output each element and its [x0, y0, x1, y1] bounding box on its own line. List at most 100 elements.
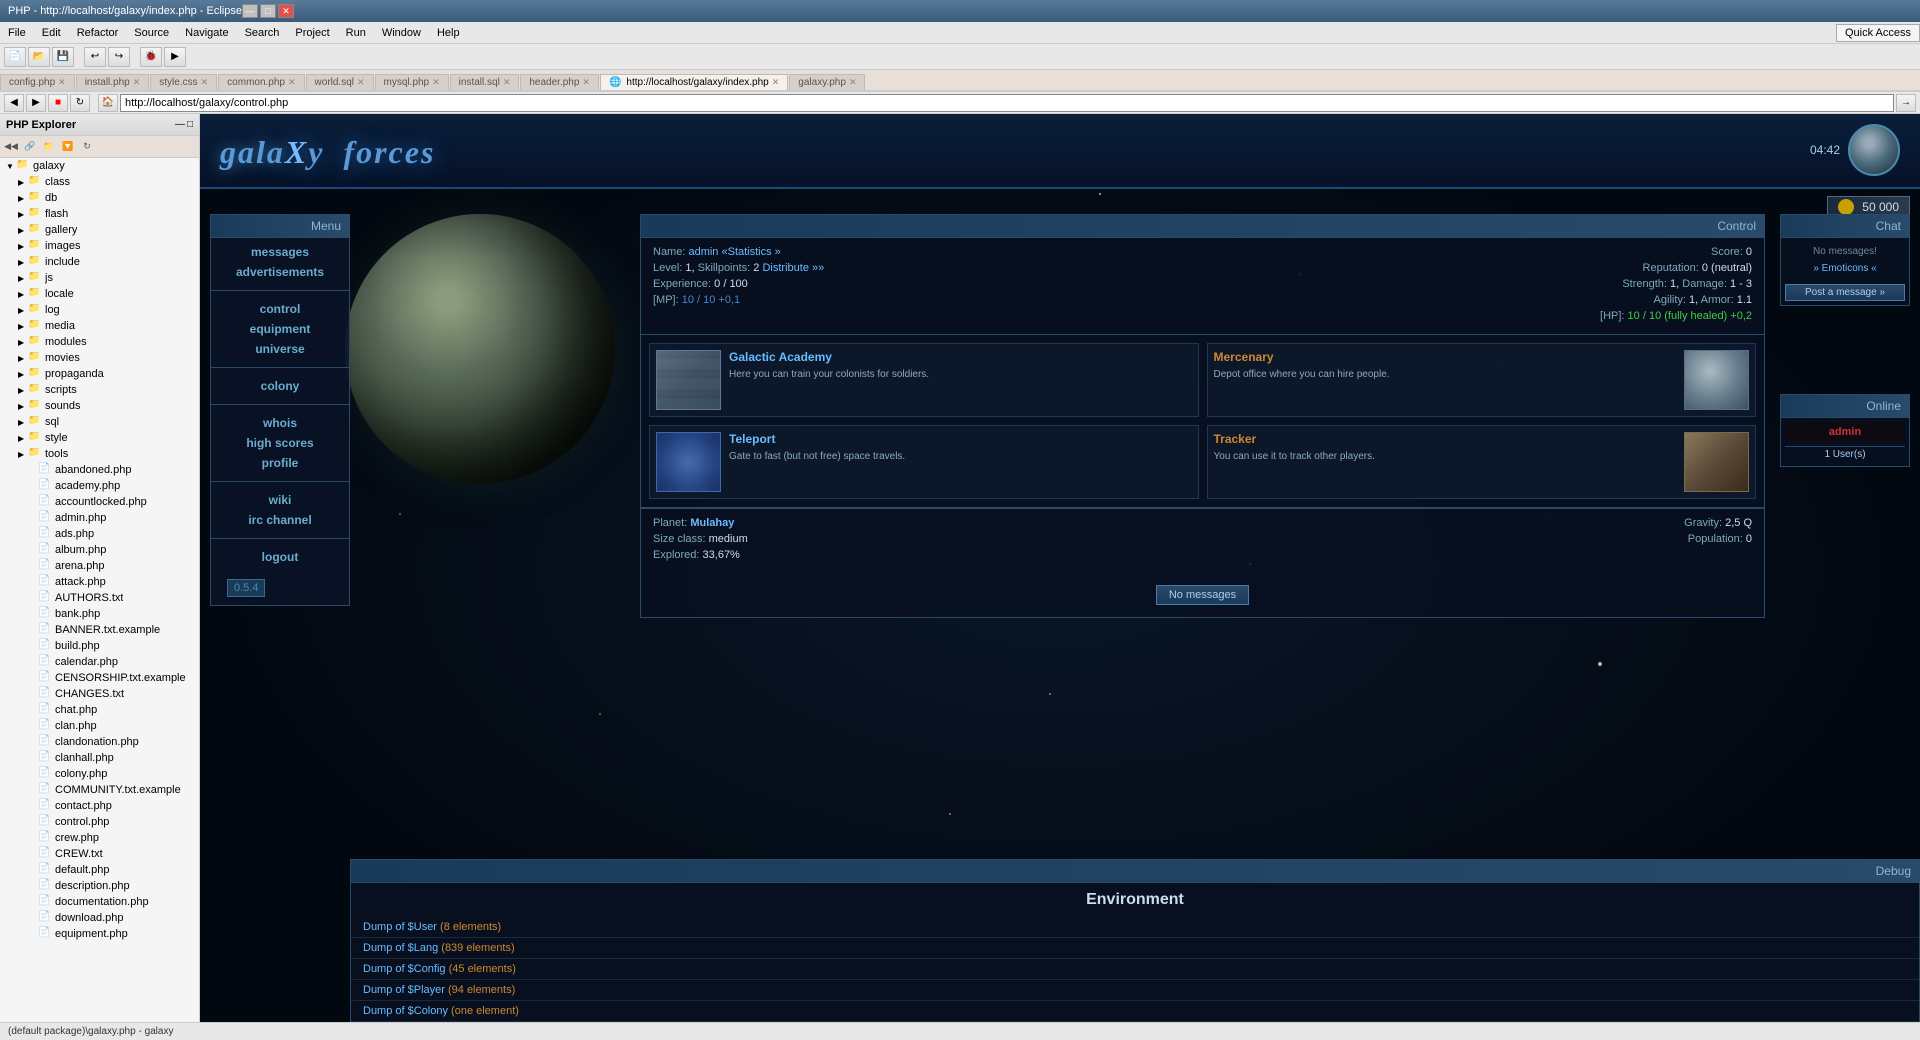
tree-file-chat[interactable]: 📄 chat.php — [0, 702, 199, 718]
tab-galaxy-index[interactable]: 🌐 http://localhost/galaxy/index.php ✕ — [600, 74, 788, 90]
tree-file-bank[interactable]: 📄 bank.php — [0, 606, 199, 622]
address-input[interactable]: http://localhost/galaxy/control.php — [120, 94, 1894, 112]
menu-whois-link[interactable]: whois — [219, 413, 341, 433]
close-button[interactable]: ✕ — [278, 4, 294, 18]
tree-file-admin[interactable]: 📄 admin.php — [0, 510, 199, 526]
stats-link[interactable]: «Statistics » — [722, 246, 781, 258]
tree-file-arena[interactable]: 📄 arena.php — [0, 558, 199, 574]
tree-folder-movies[interactable]: ▶ 📁 movies — [0, 350, 199, 366]
tree-file-build[interactable]: 📄 build.php — [0, 638, 199, 654]
menu-colony-link[interactable]: colony — [219, 376, 341, 396]
menu-logout-link[interactable]: logout — [219, 547, 341, 567]
menu-advertisements-link[interactable]: advertisements — [219, 262, 341, 282]
tree-folder-scripts[interactable]: ▶ 📁 scripts — [0, 382, 199, 398]
home-button[interactable]: 🏠 — [98, 94, 118, 112]
new-folder-button[interactable]: 📁 — [40, 139, 58, 155]
run-button[interactable]: ▶ — [164, 47, 186, 67]
tree-file-accountlocked[interactable]: 📄 accountlocked.php — [0, 494, 199, 510]
tree-file-default[interactable]: 📄 default.php — [0, 862, 199, 878]
tab-close-icon[interactable]: ✕ — [503, 77, 511, 88]
tab-close-icon[interactable]: ✕ — [58, 77, 66, 88]
tree-file-abandoned[interactable]: 📄 abandoned.php — [0, 462, 199, 478]
menu-irc-link[interactable]: irc channel — [219, 510, 341, 530]
menu-messages-link[interactable]: messages — [219, 242, 341, 262]
tab-close-icon[interactable]: ✕ — [133, 77, 141, 88]
window-controls[interactable]: — □ ✕ — [242, 4, 294, 18]
tree-folder-media[interactable]: ▶ 📁 media — [0, 318, 199, 334]
menu-source[interactable]: Source — [126, 25, 177, 41]
menu-control-link[interactable]: control — [219, 299, 341, 319]
tree-file-calendar[interactable]: 📄 calendar.php — [0, 654, 199, 670]
menu-project[interactable]: Project — [287, 25, 337, 41]
refresh-tree-button[interactable]: ↻ — [78, 139, 96, 155]
dump-lang-row[interactable]: Dump of $Lang (839 elements) — [351, 938, 1919, 959]
redo-button[interactable]: ↪ — [108, 47, 130, 67]
tree-file-banner[interactable]: 📄 BANNER.txt.example — [0, 622, 199, 638]
menu-search[interactable]: Search — [237, 25, 288, 41]
post-message-button[interactable]: Post a message » — [1785, 284, 1905, 301]
tab-header-php[interactable]: header.php ✕ — [520, 74, 599, 90]
tab-common-php[interactable]: common.php ✕ — [218, 74, 304, 90]
menu-profile-link[interactable]: profile — [219, 453, 341, 473]
menu-equipment-link[interactable]: equipment — [219, 319, 341, 339]
tree-folder-gallery[interactable]: ▶ 📁 gallery — [0, 222, 199, 238]
mercenary-card[interactable]: Mercenary Depot office where you can hir… — [1207, 343, 1757, 417]
tree-file-ads[interactable]: 📄 ads.php — [0, 526, 199, 542]
tree-file-community[interactable]: 📄 COMMUNITY.txt.example — [0, 782, 199, 798]
no-messages-button[interactable]: No messages — [1156, 585, 1249, 605]
menu-window[interactable]: Window — [374, 25, 429, 41]
save-button[interactable]: 💾 — [52, 47, 74, 67]
menu-wiki-link[interactable]: wiki — [219, 490, 341, 510]
tree-file-attack[interactable]: 📄 attack.php — [0, 574, 199, 590]
minimize-panel-icon[interactable]: — — [175, 119, 185, 130]
tree-file-contact[interactable]: 📄 contact.php — [0, 798, 199, 814]
tree-folder-class[interactable]: ▶ 📁 class — [0, 174, 199, 190]
tree-file-documentation[interactable]: 📄 documentation.php — [0, 894, 199, 910]
menu-highscores-link[interactable]: high scores — [219, 433, 341, 453]
tab-close-icon[interactable]: ✕ — [288, 77, 296, 88]
tree-file-censorship[interactable]: 📄 CENSORSHIP.txt.example — [0, 670, 199, 686]
new-button[interactable]: 📄 — [4, 47, 26, 67]
tab-close-icon[interactable]: ✕ — [849, 77, 857, 88]
tab-config-php[interactable]: config.php ✕ — [0, 74, 75, 90]
menu-refactor[interactable]: Refactor — [69, 25, 127, 41]
dump-colony-row[interactable]: Dump of $Colony (one element) — [351, 1001, 1919, 1022]
chat-emoticons-link[interactable]: » Emoticons « — [1785, 261, 1905, 276]
menu-file[interactable]: File — [0, 25, 34, 41]
tree-file-clan[interactable]: 📄 clan.php — [0, 718, 199, 734]
tree-file-academy[interactable]: 📄 academy.php — [0, 478, 199, 494]
tree-folder-flash[interactable]: ▶ 📁 flash — [0, 206, 199, 222]
tree-folder-sql[interactable]: ▶ 📁 sql — [0, 414, 199, 430]
debug-button[interactable]: 🐞 — [140, 47, 162, 67]
maximize-button[interactable]: □ — [260, 4, 276, 18]
tree-folder-db[interactable]: ▶ 📁 db — [0, 190, 199, 206]
tab-install-php[interactable]: install.php ✕ — [76, 74, 150, 90]
tab-world-sql[interactable]: world.sql ✕ — [306, 74, 374, 90]
menu-run[interactable]: Run — [338, 25, 374, 41]
planet-name[interactable]: Mulahay — [690, 517, 734, 529]
menu-edit[interactable]: Edit — [34, 25, 69, 41]
tab-mysql-php[interactable]: mysql.php ✕ — [375, 74, 449, 90]
tab-close-icon[interactable]: ✕ — [772, 77, 780, 88]
menu-help[interactable]: Help — [429, 25, 468, 41]
tab-close-icon[interactable]: ✕ — [357, 77, 365, 88]
menu-navigate[interactable]: Navigate — [177, 25, 236, 41]
minimize-button[interactable]: — — [242, 4, 258, 18]
teleport-card[interactable]: Teleport Gate to fast (but not free) spa… — [649, 425, 1199, 499]
tree-file-control[interactable]: 📄 control.php — [0, 814, 199, 830]
tab-galaxy-php[interactable]: galaxy.php ✕ — [789, 74, 865, 90]
collapse-all-button[interactable]: ◀◀ — [2, 139, 20, 155]
tree-root-galaxy[interactable]: ▼ 📁 galaxy — [0, 158, 199, 174]
tab-close-icon[interactable]: ✕ — [582, 77, 590, 88]
dump-config-row[interactable]: Dump of $Config (45 elements) — [351, 959, 1919, 980]
dump-user-row[interactable]: Dump of $User (8 elements) — [351, 917, 1919, 938]
tree-folder-log[interactable]: ▶ 📁 log — [0, 302, 199, 318]
quick-access-box[interactable]: Quick Access — [1836, 24, 1920, 42]
tree-file-clanhall[interactable]: 📄 clanhall.php — [0, 750, 199, 766]
tracker-card[interactable]: Tracker You can use it to track other pl… — [1207, 425, 1757, 499]
player-name[interactable]: admin — [688, 246, 718, 258]
tree-file-description[interactable]: 📄 description.php — [0, 878, 199, 894]
tree-file-download[interactable]: 📄 download.php — [0, 910, 199, 926]
tree-file-album[interactable]: 📄 album.php — [0, 542, 199, 558]
tree-folder-include[interactable]: ▶ 📁 include — [0, 254, 199, 270]
